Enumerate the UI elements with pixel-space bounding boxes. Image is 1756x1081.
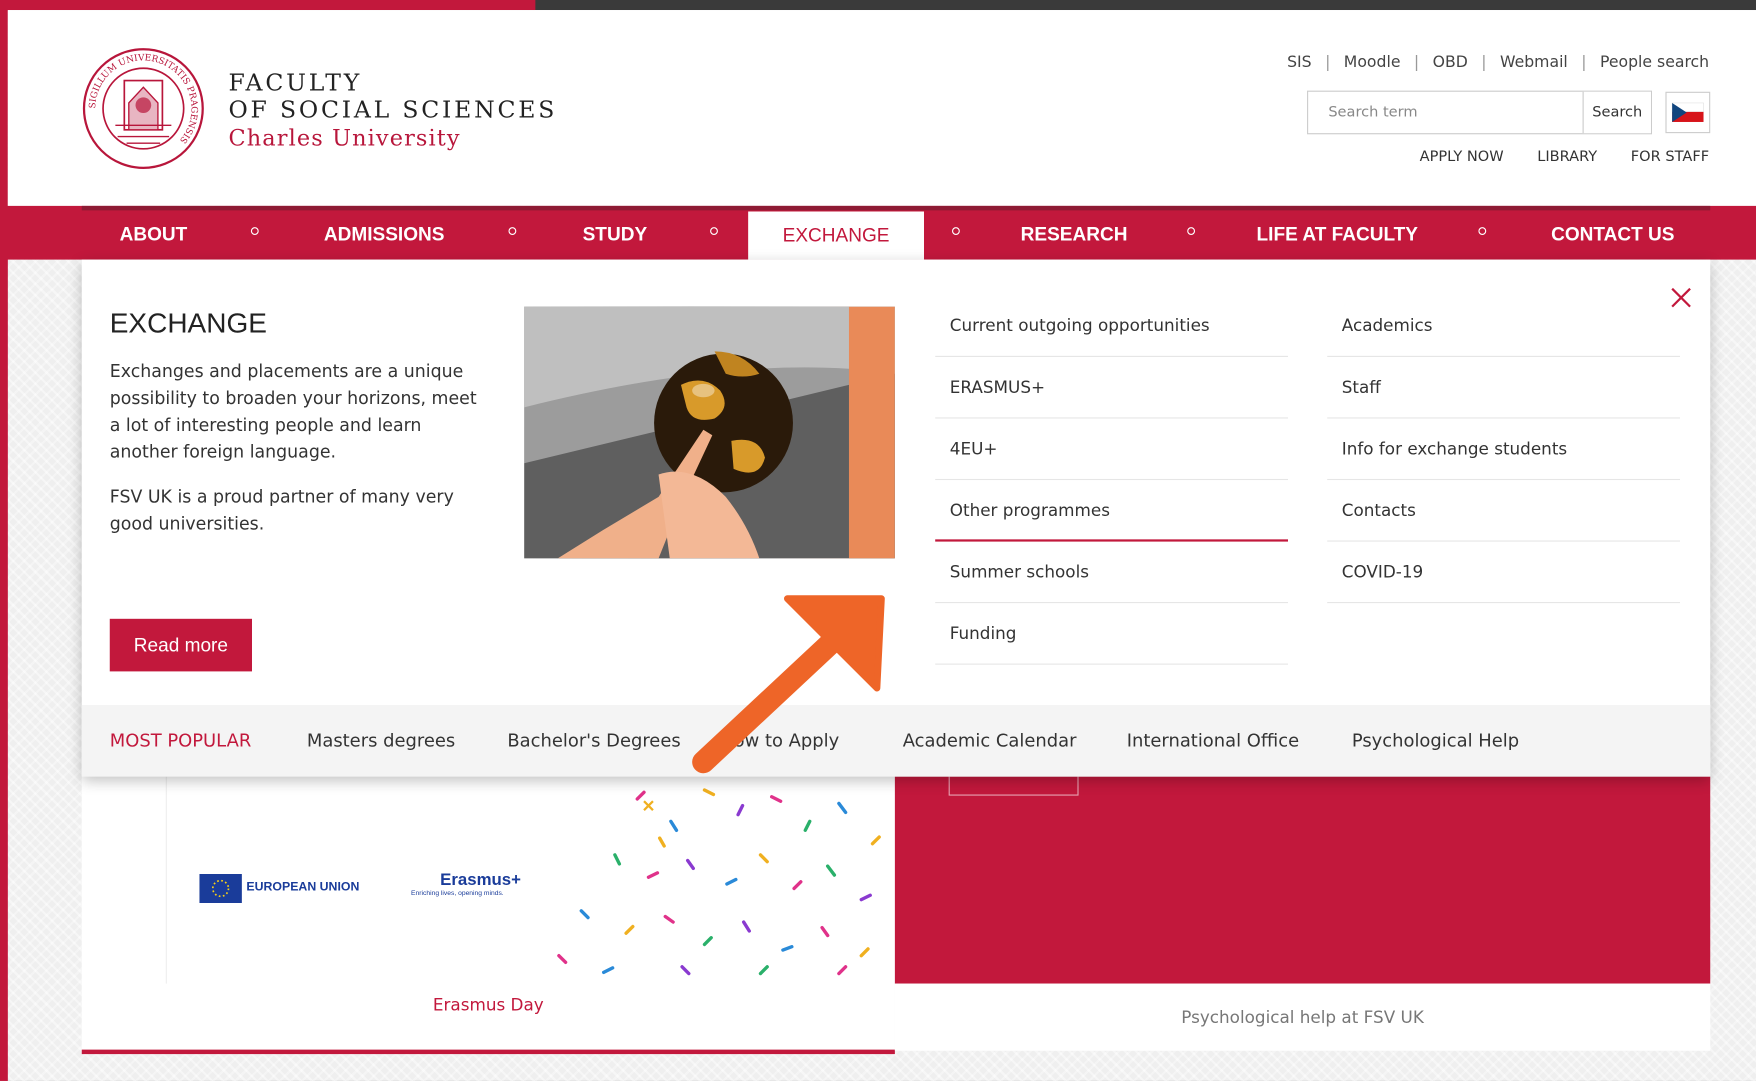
- czech-flag-icon: [1671, 102, 1704, 122]
- separator: |: [1413, 53, 1420, 72]
- popular-link-masters-degrees[interactable]: Masters degrees: [307, 705, 455, 777]
- popular-link-international-office[interactable]: International Office: [1127, 705, 1299, 777]
- search-input[interactable]: [1308, 91, 1582, 134]
- search-box: Search: [1307, 90, 1652, 135]
- read-more-button[interactable]: Read more: [109, 618, 252, 672]
- top-link-moodle[interactable]: Moodle: [1344, 54, 1401, 72]
- top-link-webmail[interactable]: Webmail: [1500, 54, 1568, 72]
- for-staff-link[interactable]: FOR STAFF: [1631, 149, 1709, 166]
- page: SIGILLUM UNIVERSITATIS PRAGENSIS FACULTY…: [0, 0, 1756, 1081]
- eu-flag-icon: [199, 873, 242, 904]
- erasmus-day-caption[interactable]: Erasmus Day: [82, 995, 895, 1015]
- separator: |: [1325, 53, 1331, 72]
- search-button[interactable]: Search: [1582, 91, 1651, 134]
- language-switch-button[interactable]: [1665, 91, 1711, 134]
- most-popular-label: MOST POPULAR: [109, 729, 252, 751]
- menu-link-4eu[interactable]: 4EU+: [935, 419, 1288, 481]
- university-seal-logo[interactable]: SIGILLUM UNIVERSITATIS PRAGENSIS: [82, 47, 205, 170]
- menu-link-contacts[interactable]: Contacts: [1327, 480, 1680, 542]
- left-edge: [0, 0, 8, 1081]
- card-button-outline[interactable]: [948, 776, 1079, 796]
- menu-link-summer-schools[interactable]: Summer schools: [935, 542, 1288, 604]
- mega-menu-title: EXCHANGE: [109, 307, 267, 340]
- nav-item-research[interactable]: RESEARCH: [1014, 206, 1135, 260]
- nav-separator-dot: [250, 227, 259, 235]
- mega-menu-column-2: Academics Staff Info for exchange studen…: [1327, 295, 1680, 604]
- logo-line-social-sciences: OF SOCIAL SCIENCES: [228, 96, 558, 124]
- erasmus-banner-image: EUROPEAN UNION Erasmus+ Enriching lives,…: [165, 776, 896, 984]
- popular-link-bachelors-degrees[interactable]: Bachelor's Degrees: [507, 705, 680, 777]
- logo-line-faculty: FACULTY: [228, 69, 363, 97]
- screenshot-frame: SIGILLUM UNIVERSITATIS PRAGENSIS FACULTY…: [0, 0, 1756, 1081]
- menu-link-erasmus[interactable]: ERASMUS+: [935, 357, 1288, 419]
- top-link-sis[interactable]: SIS: [1287, 54, 1312, 72]
- nav-separator-dot: [508, 227, 517, 235]
- menu-link-info-for-exchange-students[interactable]: Info for exchange students: [1327, 419, 1680, 481]
- nav-separator-dot: [1187, 227, 1196, 235]
- nav-item-life-at-faculty[interactable]: LIFE AT FACULTY: [1247, 206, 1428, 260]
- menu-link-funding[interactable]: Funding: [935, 603, 1288, 665]
- separator: |: [1481, 53, 1487, 72]
- popular-link-academic-calendar[interactable]: Academic Calendar: [903, 705, 1077, 777]
- close-icon[interactable]: [1668, 284, 1695, 311]
- globe-photo-illustration: [524, 306, 895, 559]
- top-bar-accent: [0, 0, 536, 11]
- mega-menu-partner-text: FSV UK is a proud partner of many very g…: [109, 486, 454, 534]
- psychological-help-caption[interactable]: Psychological help at FSV UK: [894, 983, 1711, 1051]
- erasmus-day-card[interactable]: EUROPEAN UNION Erasmus+ Enriching lives,…: [81, 776, 896, 1055]
- nav-separator-dot: [1478, 227, 1487, 235]
- popular-link-psychological-help[interactable]: Psychological Help: [1352, 705, 1519, 777]
- erasmus-logo-text: Erasmus+: [440, 870, 521, 890]
- annotation-arrow-icon: [692, 595, 885, 774]
- apply-now-link[interactable]: APPLY NOW: [1420, 149, 1504, 166]
- top-bar: [0, 0, 1756, 11]
- top-links: SIS | Moodle | OBD | Webmail | People search: [1287, 54, 1709, 72]
- top-link-people-search[interactable]: People search: [1600, 54, 1709, 72]
- mega-menu-description: Exchanges and placements are a unique po…: [109, 361, 477, 463]
- separator: |: [1581, 53, 1587, 72]
- menu-link-other-programmes[interactable]: Other programmes: [935, 480, 1288, 542]
- top-link-obd[interactable]: OBD: [1433, 54, 1468, 72]
- logo-line-university: Charles University: [228, 124, 461, 152]
- nav-item-about[interactable]: ABOUT: [102, 206, 205, 260]
- menu-link-current-outgoing-opportunities[interactable]: Current outgoing opportunities: [935, 295, 1288, 357]
- menu-link-staff[interactable]: Staff: [1327, 357, 1680, 419]
- nav-separator-dot: [710, 227, 718, 235]
- nav-separator-dot: [952, 227, 960, 235]
- nav-item-study[interactable]: STUDY: [569, 206, 661, 260]
- menu-link-academics[interactable]: Academics: [1327, 295, 1680, 357]
- library-link[interactable]: LIBRARY: [1537, 149, 1597, 166]
- mega-menu-column-1: Current outgoing opportunities ERASMUS+ …: [935, 295, 1288, 665]
- globe-photo: [524, 306, 895, 559]
- erasmus-tagline: Enriching lives, opening minds.: [411, 890, 504, 898]
- faculty-logo-text[interactable]: FACULTY OF SOCIAL SCIENCES Charles Unive…: [228, 69, 557, 152]
- nav-item-contact-us[interactable]: CONTACT US: [1541, 206, 1684, 260]
- nav-item-admissions[interactable]: ADMISSIONS: [315, 206, 454, 260]
- menu-link-covid-19[interactable]: COVID-19: [1327, 542, 1680, 604]
- eu-label: EUROPEAN UNION: [246, 880, 360, 895]
- nav-item-exchange[interactable]: EXCHANGE: [748, 211, 924, 260]
- card-accent-line: [81, 1049, 895, 1055]
- psychological-help-card[interactable]: [894, 776, 1711, 984]
- quick-links: APPLY NOW LIBRARY FOR STAFF: [1386, 149, 1709, 166]
